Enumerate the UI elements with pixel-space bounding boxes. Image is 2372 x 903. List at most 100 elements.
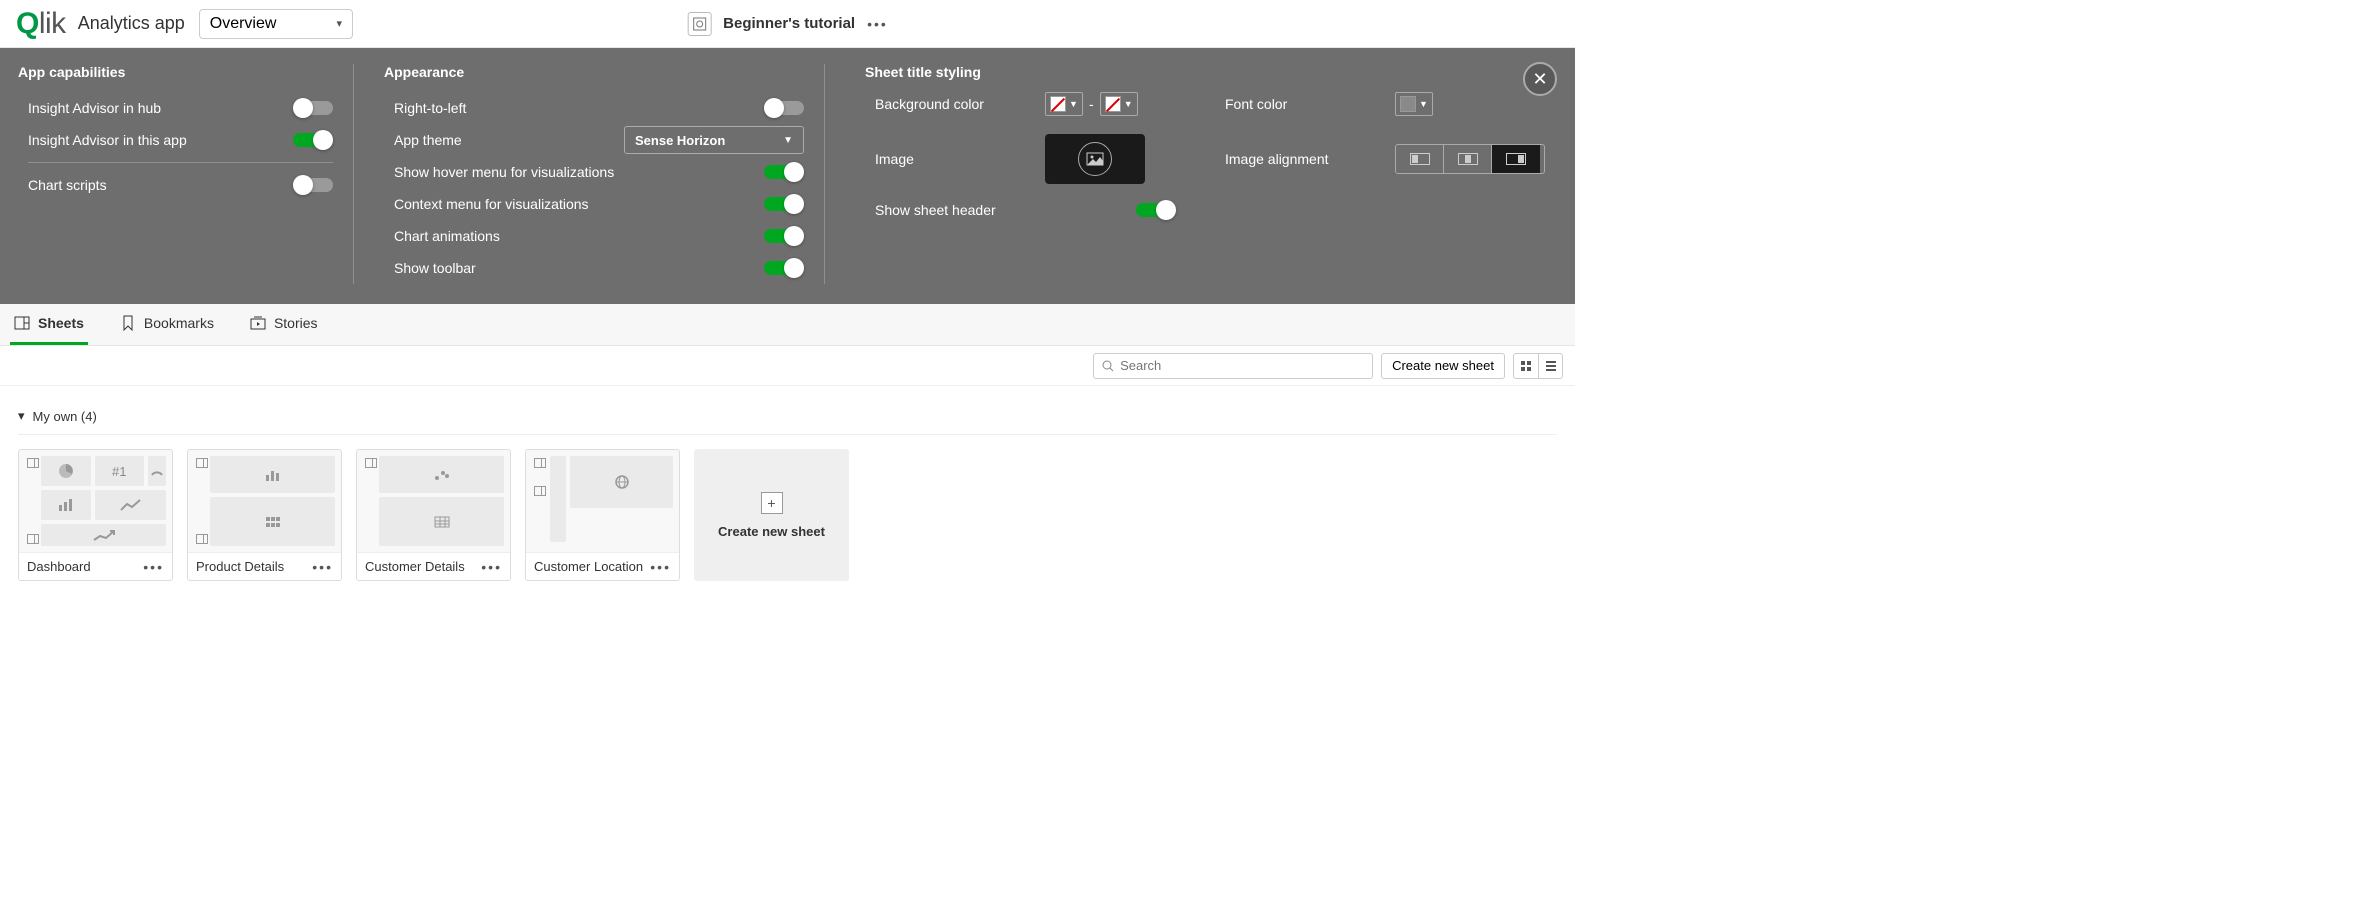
show-header-label: Show sheet header (875, 202, 996, 218)
qlik-logo: Qlik (16, 7, 66, 41)
image-align-label: Image alignment (1225, 151, 1395, 167)
sheet-title-heading: Sheet title styling (865, 64, 1557, 80)
appearance-row-theme: App theme Sense Horizon ▼ (394, 124, 804, 156)
create-new-sheet-button[interactable]: Create new sheet (1381, 353, 1505, 379)
capabilities-column: App capabilities Insight Advisor in hub … (18, 64, 333, 201)
no-color-icon (1050, 96, 1066, 112)
tab-label: Bookmarks (144, 315, 214, 331)
globe-icon (570, 456, 673, 508)
grid-view-button[interactable] (1514, 354, 1538, 378)
bar-chart-icon (41, 490, 91, 520)
section-title: My own (4) (33, 409, 97, 424)
toggle-hover-menu[interactable] (764, 165, 804, 179)
sheet-thumbnail: #1 (19, 450, 172, 552)
more-icon[interactable]: ••• (650, 559, 671, 575)
app-title: Beginner's tutorial (723, 15, 855, 32)
appearance-column: Appearance Right-to-left App theme Sense… (374, 64, 804, 284)
matrix-icon (210, 497, 335, 546)
theme-select[interactable]: Sense Horizon ▼ (624, 126, 804, 154)
sheet-title: Customer Location (534, 559, 643, 574)
appearance-row-hover: Show hover menu for visualizations (394, 156, 804, 188)
list-view-button[interactable] (1538, 354, 1562, 378)
cap-label: Insight Advisor in hub (28, 100, 161, 116)
appearance-label: Show hover menu for visualizations (394, 164, 614, 180)
create-sheet-label: Create new sheet (1392, 358, 1494, 373)
sheet-title-column: Sheet title styling Background color ▼ -… (845, 64, 1557, 218)
toggle-insight-app[interactable] (293, 133, 333, 147)
cap-label: Chart scripts (28, 177, 107, 193)
sheets-grid: #1 Dashboard ••• (18, 435, 1557, 581)
align-right-icon (1506, 153, 1526, 165)
dash: - (1089, 96, 1094, 112)
app-options-panel: ✕ App capabilities Insight Advisor in hu… (0, 48, 1575, 304)
bar-chart-icon (210, 456, 335, 493)
theme-value: Sense Horizon (635, 133, 725, 148)
search-box[interactable] (1093, 353, 1373, 379)
cap-row-scripts: Chart scripts (28, 169, 333, 201)
view-tabs: Sheets Bookmarks Stories (0, 304, 1575, 346)
toggle-insight-hub[interactable] (293, 101, 333, 115)
align-left-button[interactable] (1396, 145, 1444, 173)
kpi-icon: #1 (95, 456, 145, 486)
toggle-rtl[interactable] (764, 101, 804, 115)
sheet-card-customer-location[interactable]: Customer Location ••• (525, 449, 680, 581)
sheet-card-product-details[interactable]: Product Details ••• (187, 449, 342, 581)
toggle-chart-animations[interactable] (764, 229, 804, 243)
sheet-title: Product Details (196, 559, 284, 574)
search-icon (1102, 360, 1114, 372)
sheet-mini-icon (27, 458, 39, 468)
appearance-label: Context menu for visualizations (394, 196, 589, 212)
create-sheet-card[interactable]: + Create new sheet (694, 449, 849, 581)
align-left-icon (1410, 153, 1430, 165)
toggle-context-menu[interactable] (764, 197, 804, 211)
sheet-thumbnail (188, 450, 341, 552)
align-right-button[interactable] (1492, 145, 1540, 173)
divider (824, 64, 825, 284)
image-alignment-group (1395, 144, 1545, 174)
font-color-group: ▼ (1395, 92, 1545, 116)
overview-dropdown[interactable]: Overview ▾ (199, 9, 353, 39)
create-sheet-card-label: Create new sheet (718, 524, 825, 539)
header-center: Beginner's tutorial ••• (687, 12, 888, 36)
close-icon: ✕ (1532, 69, 1547, 90)
sheet-mini-icon (534, 458, 546, 468)
top-header: Qlik Analytics app Overview ▾ Beginner's… (0, 0, 1575, 48)
appearance-row-context: Context menu for visualizations (394, 188, 804, 220)
bg-color-from[interactable]: ▼ (1045, 92, 1083, 116)
more-icon[interactable]: ••• (867, 16, 888, 32)
no-color-icon (1105, 96, 1121, 112)
sheet-info-icon[interactable] (687, 12, 711, 36)
search-input[interactable] (1120, 358, 1364, 373)
chevron-down-icon: ▼ (1124, 99, 1133, 109)
show-header-row: Show sheet header (875, 202, 1557, 218)
sheet-title: Dashboard (27, 559, 91, 574)
toggle-show-sheet-header[interactable] (1136, 203, 1176, 217)
tab-stories[interactable]: Stories (246, 304, 322, 345)
more-icon[interactable]: ••• (481, 559, 502, 575)
align-center-button[interactable] (1444, 145, 1492, 173)
gauge-icon (148, 456, 166, 486)
sheet-card-customer-details[interactable]: Customer Details ••• (356, 449, 511, 581)
tab-bookmarks[interactable]: Bookmarks (116, 304, 218, 345)
bg-color-to[interactable]: ▼ (1100, 92, 1138, 116)
sheet-card-dashboard[interactable]: #1 Dashboard ••• (18, 449, 173, 581)
tab-sheets[interactable]: Sheets (10, 304, 88, 345)
more-icon[interactable]: ••• (143, 559, 164, 575)
sheet-thumbnail (526, 450, 679, 552)
appearance-label: Chart animations (394, 228, 500, 244)
image-picker-button[interactable] (1045, 134, 1145, 184)
font-color-picker[interactable]: ▼ (1395, 92, 1433, 116)
stories-icon (250, 315, 266, 331)
close-button[interactable]: ✕ (1523, 62, 1557, 96)
table-icon (379, 497, 504, 546)
toggle-show-toolbar[interactable] (764, 261, 804, 275)
chevron-down-icon: ▼ (1419, 99, 1428, 109)
toggle-chart-scripts[interactable] (293, 178, 333, 192)
my-own-section: ▾ My own (4) #1 (0, 386, 1575, 593)
section-header-my-own[interactable]: ▾ My own (4) (18, 398, 1557, 435)
appearance-heading: Appearance (384, 64, 804, 80)
bookmark-icon (120, 315, 136, 331)
bg-color-group: ▼ - ▼ (1045, 92, 1225, 116)
align-center-icon (1458, 153, 1478, 165)
more-icon[interactable]: ••• (312, 559, 333, 575)
